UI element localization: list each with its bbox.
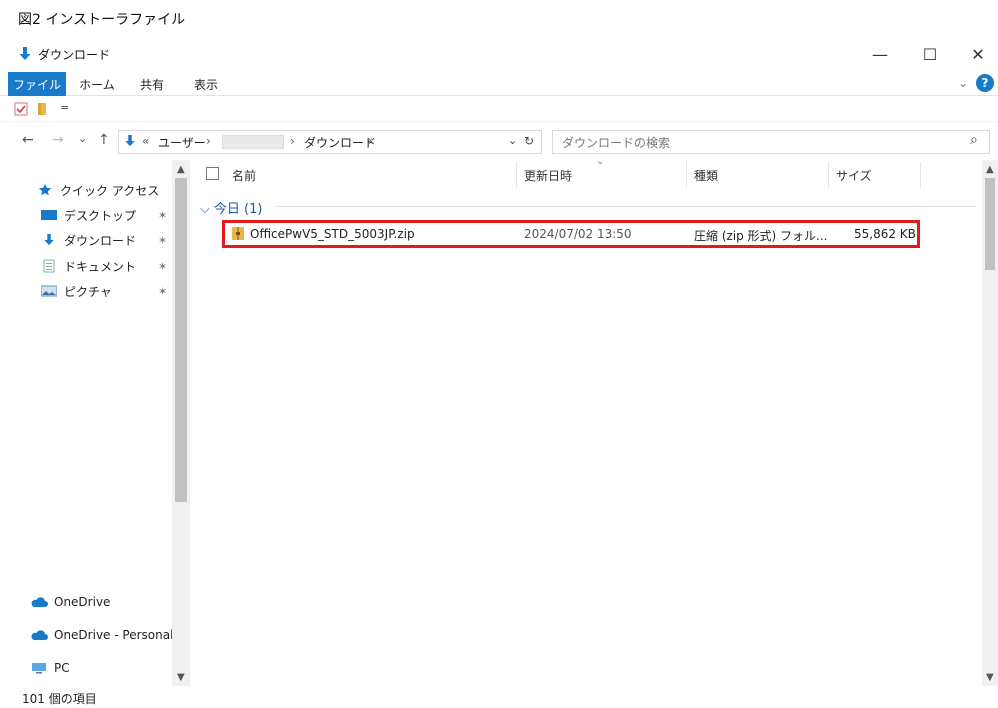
scroll-down-arrow-icon[interactable]: ▼	[177, 672, 185, 683]
column-separator[interactable]	[828, 162, 829, 188]
breadcrumb-separator: ›	[206, 134, 211, 148]
group-chevron-icon: ⌵	[200, 202, 210, 217]
nav-item-desktop[interactable]: デスクトップ	[40, 205, 136, 225]
column-separator[interactable]	[686, 162, 687, 188]
help-icon[interactable]: ?	[976, 74, 994, 92]
tab-share[interactable]: 共有	[132, 72, 172, 96]
file-name[interactable]: OfficePwV5_STD_5003JP.zip	[250, 227, 415, 241]
breadcrumb-users[interactable]: ユーザー	[158, 134, 206, 151]
document-icon	[40, 259, 58, 273]
forward-button[interactable]: →	[52, 132, 64, 148]
nav-onedrive-label: OneDrive	[54, 595, 111, 609]
nav-item-downloads[interactable]: ダウンロード	[40, 230, 136, 250]
nav-quick-access-label: クイック アクセス	[60, 183, 160, 198]
title-bar	[0, 40, 998, 68]
column-header-modified[interactable]: 更新日時	[524, 164, 572, 186]
group-label: 今日 (1)	[213, 202, 263, 217]
tab-home[interactable]: ホーム	[72, 72, 122, 96]
pin-icon[interactable]: ✶	[158, 285, 167, 298]
breadcrumb-overflow[interactable]: «	[142, 134, 149, 148]
breadcrumb-downloads[interactable]: ダウンロード	[304, 134, 376, 151]
column-header-name[interactable]: 名前	[232, 164, 256, 186]
download-arrow-icon	[18, 46, 32, 62]
breadcrumb-separator: ›	[290, 134, 295, 148]
nav-item-pictures[interactable]: ピクチャ	[40, 281, 112, 301]
nav-item-label: ダウンロード	[64, 233, 137, 248]
sort-indicator-icon: ⌄	[596, 156, 605, 167]
cloud-icon	[30, 629, 48, 641]
navigation-scrollbar-thumb[interactable]	[175, 178, 187, 502]
file-list-scrollbar-thumb[interactable]	[985, 178, 995, 270]
group-header-today[interactable]: ⌵ 今日 (1)	[200, 198, 262, 217]
pin-icon[interactable]: ✶	[158, 260, 167, 273]
tab-file[interactable]: ファイル	[8, 72, 66, 96]
nav-item-label: ドキュメント	[64, 259, 137, 274]
nav-quick-access[interactable]: クイック アクセス	[36, 180, 159, 200]
breadcrumb-separator: ›	[368, 134, 373, 148]
file-type: 圧縮 (zip 形式) フォル...	[694, 229, 828, 243]
back-button[interactable]: ←	[22, 132, 34, 148]
desktop-icon	[40, 209, 58, 221]
zip-folder-icon	[232, 226, 244, 244]
close-button[interactable]: ✕	[954, 40, 998, 68]
star-icon	[36, 183, 54, 197]
maximize-button[interactable]: ☐	[906, 40, 954, 68]
column-separator[interactable]	[516, 162, 517, 188]
tab-view[interactable]: 表示	[186, 72, 226, 96]
computer-icon	[30, 662, 48, 674]
download-icon	[40, 233, 58, 247]
nav-pc-label: PC	[54, 661, 70, 675]
group-divider	[276, 206, 976, 207]
window-title: ダウンロード	[38, 48, 111, 62]
up-button[interactable]: ↑	[98, 132, 110, 148]
nav-item-documents[interactable]: ドキュメント	[40, 256, 136, 276]
cloud-icon	[30, 596, 48, 608]
scroll-up-arrow-icon[interactable]: ▲	[986, 164, 994, 175]
quick-access-toolbar	[0, 98, 998, 122]
scroll-up-arrow-icon[interactable]: ▲	[177, 164, 185, 175]
pin-icon[interactable]: ✶	[158, 234, 167, 247]
ribbon-expand-icon[interactable]: ⌄	[958, 76, 968, 90]
nav-onedrive-personal-label: OneDrive - Personal	[54, 628, 174, 642]
column-separator[interactable]	[920, 162, 921, 188]
search-icon[interactable]: ⌕	[970, 132, 978, 148]
status-item-count: 101 個の項目	[22, 692, 97, 706]
pin-icon[interactable]: ✶	[158, 209, 167, 222]
column-header-type[interactable]: 種類	[694, 164, 718, 186]
qat-dropdown-icon[interactable]: =	[60, 101, 69, 114]
nav-item-label: ピクチャ	[64, 284, 112, 299]
refresh-icon[interactable]: ↻	[524, 134, 534, 148]
select-all-checkbox[interactable]	[206, 167, 219, 180]
file-modified: 2024/07/02 13:50	[524, 227, 632, 241]
file-size: 55,862 KB	[854, 227, 916, 241]
properties-check-icon[interactable]	[14, 102, 28, 119]
pictures-icon	[40, 285, 58, 297]
new-folder-icon[interactable]	[36, 102, 48, 119]
address-dropdown-icon[interactable]: ⌄	[508, 134, 517, 147]
nav-onedrive[interactable]: OneDrive	[30, 592, 110, 612]
address-download-icon	[124, 134, 136, 151]
minimize-button[interactable]: —	[856, 40, 904, 68]
column-header-size[interactable]: サイズ	[836, 164, 872, 186]
recent-locations-button[interactable]: ⌄	[78, 132, 87, 145]
nav-onedrive-personal[interactable]: OneDrive - Personal	[30, 625, 173, 645]
nav-item-label: デスクトップ	[64, 208, 137, 223]
breadcrumb-redacted-user[interactable]	[222, 135, 284, 149]
scroll-down-arrow-icon[interactable]: ▼	[986, 672, 994, 683]
search-placeholder: ダウンロードの検索	[562, 136, 671, 150]
figure-caption: 図2 インストーラファイル	[18, 12, 186, 28]
nav-pc[interactable]: PC	[30, 658, 70, 678]
